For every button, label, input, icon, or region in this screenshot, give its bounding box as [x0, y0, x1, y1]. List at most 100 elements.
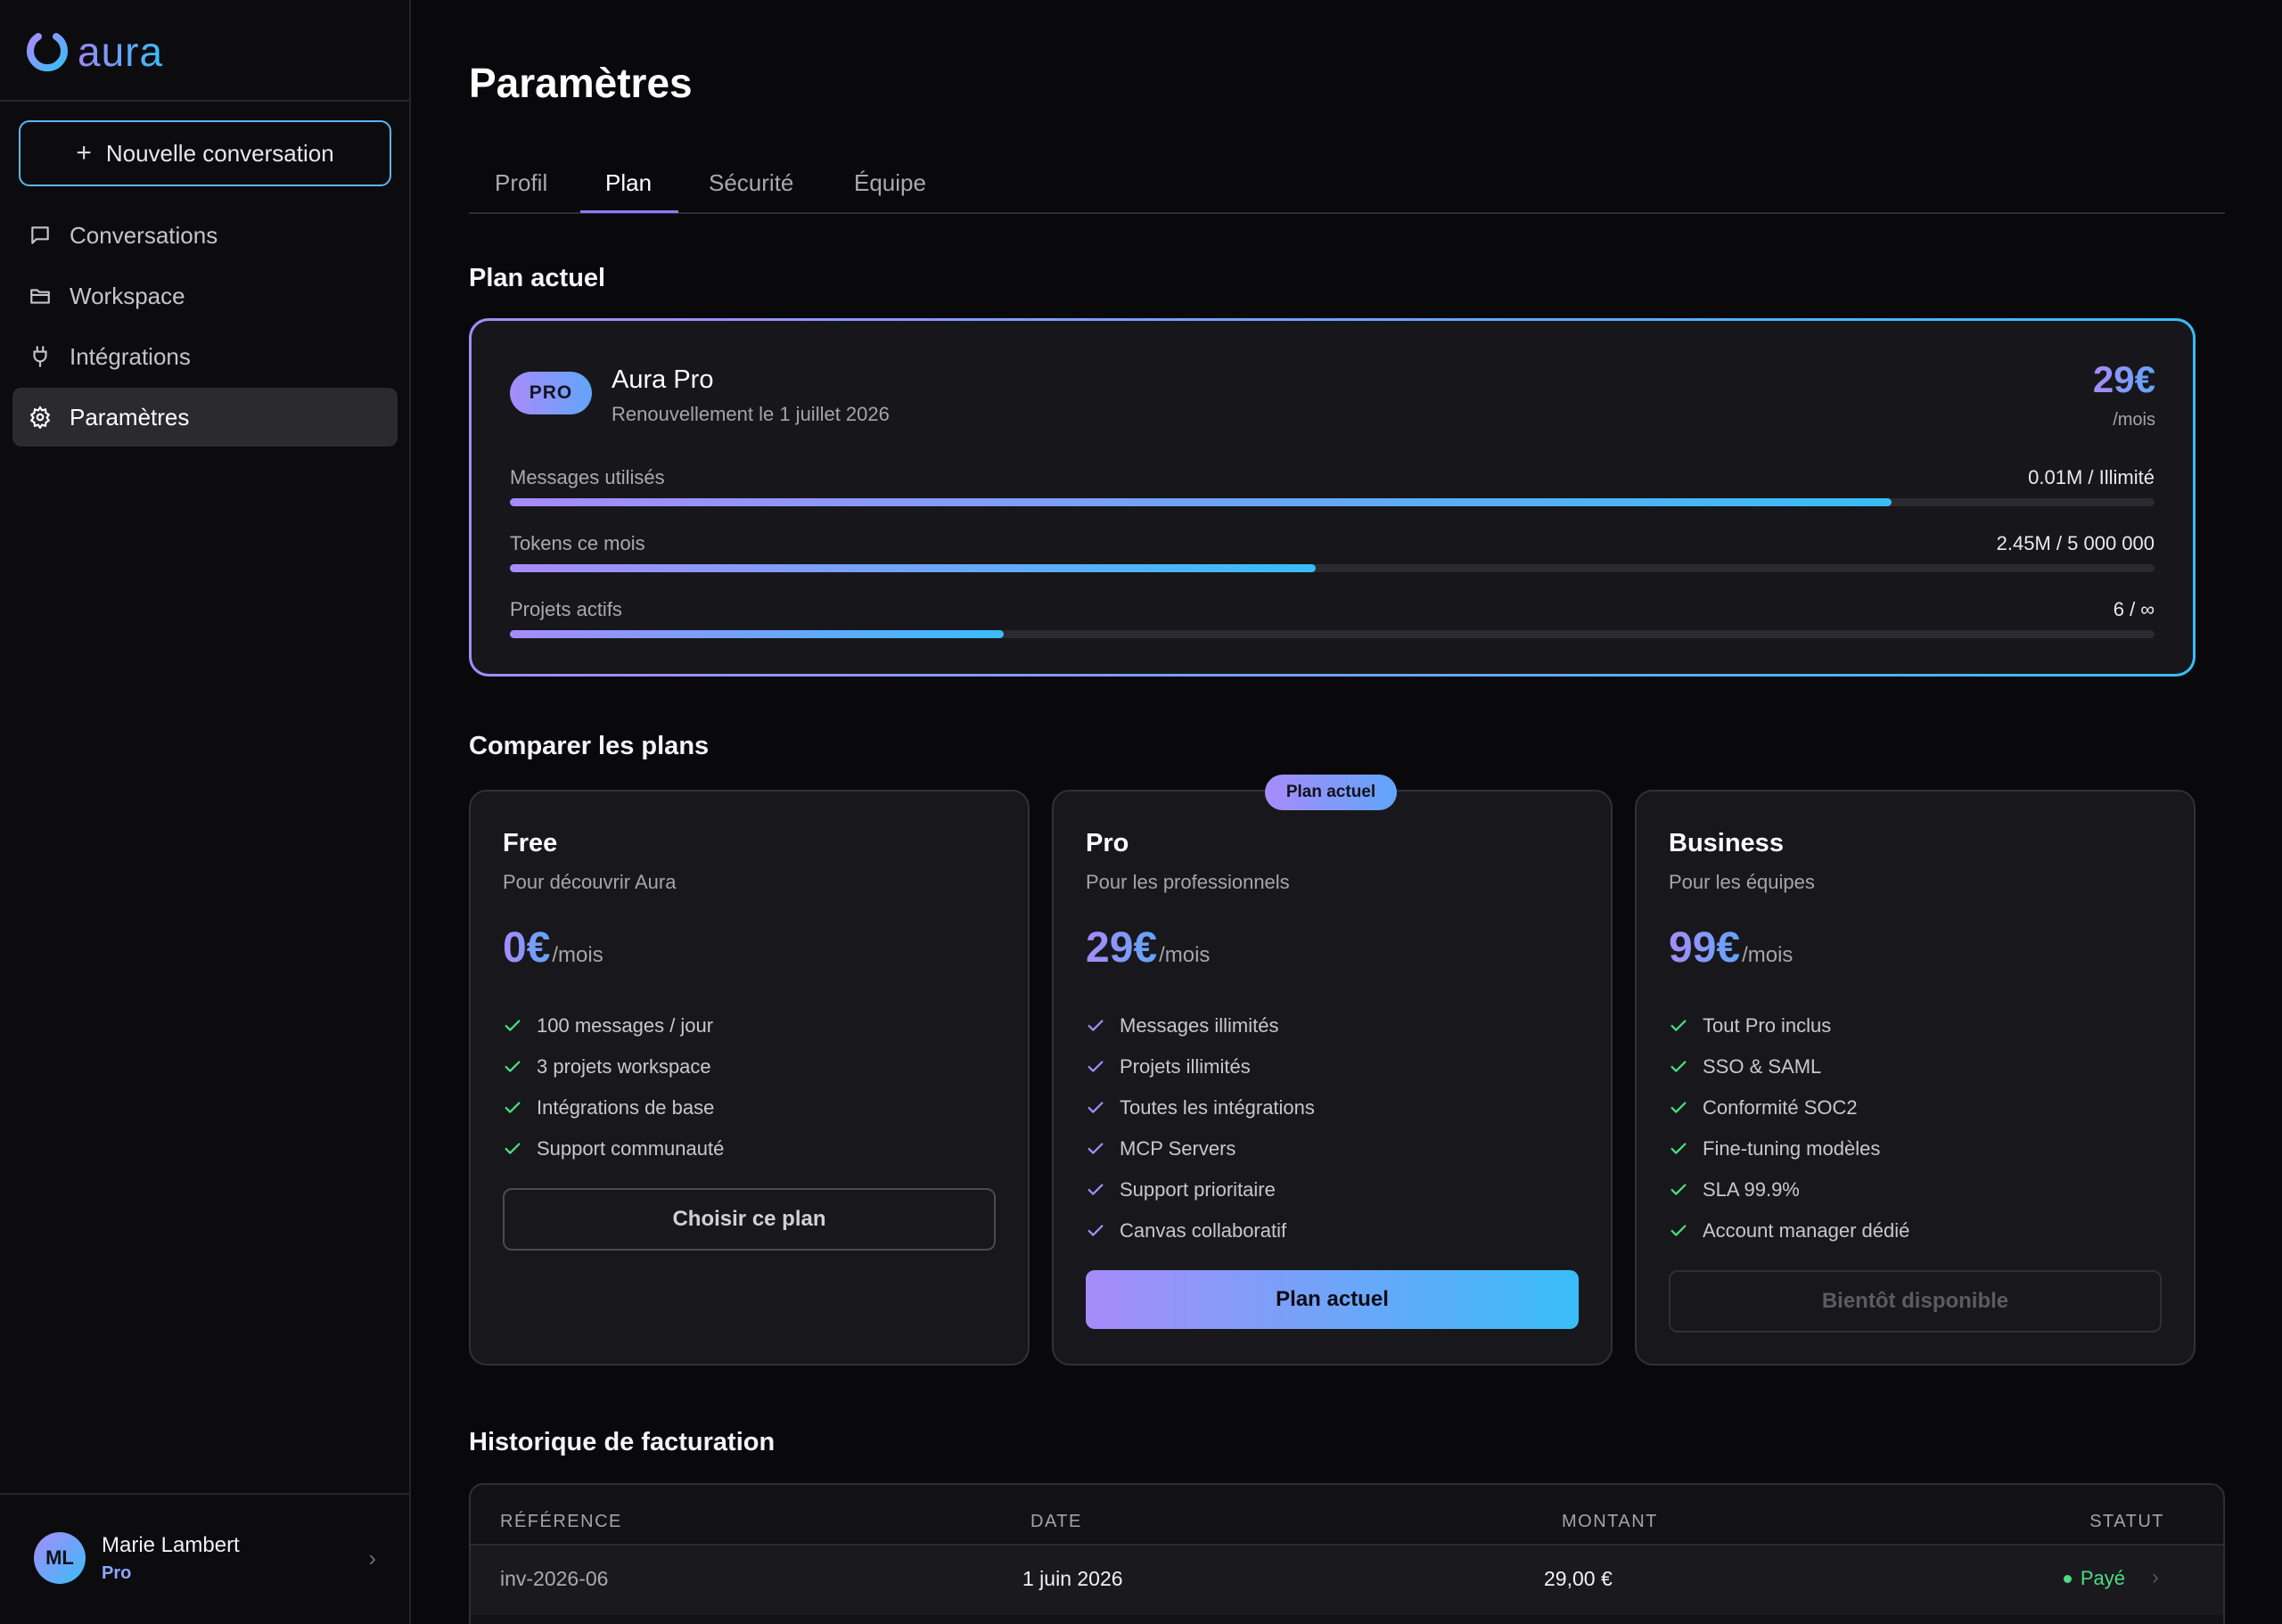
feature-item: 100 messages / jour: [503, 1005, 724, 1046]
plan-card-pro: Pro Pour les professionnels 29€ /mois Me…: [1052, 790, 1613, 1366]
sidebar-item-label: Conversations: [70, 221, 218, 249]
feature-label: Fine-tuning modèles: [1703, 1137, 1881, 1160]
check-icon: [1088, 1225, 1104, 1236]
feature-label: Support communauté: [537, 1137, 725, 1160]
check-icon: [505, 1102, 521, 1113]
invoice-date: 1 juin 2026: [1022, 1567, 1123, 1590]
sidebar-item-label: Paramètres: [70, 403, 190, 431]
feature-item: SLA 99.9%: [1669, 1169, 1909, 1210]
plan-amount: 0€: [503, 924, 551, 972]
plan-name: Free: [503, 829, 558, 857]
plan-description: Pour les équipes: [1669, 871, 1815, 893]
tab-profile[interactable]: Profil: [495, 169, 547, 197]
check-icon: [1670, 1143, 1687, 1154]
chat-bubble-icon: [31, 226, 49, 244]
feature-label: Canvas collaboratif: [1120, 1219, 1287, 1242]
usage-label: Tokens ce mois: [510, 532, 645, 554]
user-divider: [0, 1493, 409, 1495]
feature-item: Support communauté: [503, 1128, 724, 1169]
sidebar-item-workspace[interactable]: Workspace: [12, 267, 398, 325]
renewal-date: Renouvellement le 1 juillet 2026: [612, 403, 890, 425]
check-icon: [1088, 1020, 1104, 1031]
feature-item: Messages illimités: [1086, 1005, 1315, 1046]
page-title: Paramètres: [469, 60, 693, 106]
check-icon: [1088, 1143, 1104, 1154]
feature-list: 100 messages / jour 3 projets workspace In…: [503, 1005, 724, 1169]
chevron-right-icon: ›: [368, 1545, 376, 1571]
plan-price: 99€ /mois: [1669, 923, 1793, 972]
check-icon: [1670, 1061, 1687, 1072]
feature-label: 100 messages / jour: [537, 1014, 714, 1037]
usage-progress-track: [510, 498, 2155, 506]
plan-period: /mois: [1159, 943, 1211, 967]
feature-item: Account manager dédié: [1669, 1210, 1909, 1251]
brand-name: aura: [78, 29, 164, 75]
plan-card-business: Business Pour les équipes 99€ /mois Tout…: [1635, 790, 2196, 1366]
current-plan-button[interactable]: Plan actuel: [1086, 1270, 1579, 1329]
current-plan-period: /mois: [2113, 410, 2155, 430]
usage-progress-fill: [510, 630, 1004, 638]
plug-icon: [33, 346, 47, 367]
chevron-right-icon: ›: [2152, 1565, 2159, 1589]
user-name: Marie Lambert: [102, 1532, 240, 1557]
sidebar-item-label: Intégrations: [70, 342, 191, 370]
check-icon: [1670, 1102, 1687, 1113]
new-conversation-button[interactable]: + Nouvelle conversation: [19, 120, 391, 186]
usage-progress-fill: [510, 498, 1892, 506]
choose-plan-button[interactable]: Choisir ce plan: [503, 1188, 996, 1251]
tab-plan[interactable]: Plan: [605, 169, 652, 197]
check-icon: [505, 1143, 521, 1154]
plan-amount: 29€: [1086, 924, 1158, 972]
current-plan-tag: Plan actuel: [1265, 775, 1397, 810]
sidebar: aura + Nouvelle conversation Conversatio…: [0, 0, 411, 1624]
check-icon: [505, 1061, 521, 1072]
plan-name: Pro: [1086, 829, 1129, 857]
status-label: Payé: [2080, 1567, 2125, 1589]
check-icon: [505, 1020, 521, 1031]
coming-soon-button[interactable]: Bientôt disponible: [1669, 1270, 2162, 1333]
invoice-reference: inv-2026-06: [500, 1567, 609, 1590]
brand-logo[interactable]: aura: [24, 27, 163, 77]
usage-value: 0.01M / Illimité: [2028, 466, 2155, 488]
plan-period: /mois: [1742, 943, 1794, 967]
current-plan-name: Aura Pro: [612, 365, 714, 394]
tab-security[interactable]: Sécurité: [709, 169, 793, 197]
feature-label: 3 projets workspace: [537, 1055, 711, 1078]
sidebar-nav: Conversations Workspace Intégrations Par…: [12, 206, 398, 448]
plan-card-free: Free Pour découvrir Aura 0€ /mois 100 me…: [469, 790, 1030, 1366]
feature-label: SLA 99.9%: [1703, 1178, 1800, 1201]
usage-value: 6 / ∞: [2113, 598, 2155, 620]
table-row[interactable]: inv-2026-06 1 juin 2026 29,00 € Payé ›: [471, 1546, 2223, 1615]
sidebar-divider: [0, 100, 409, 102]
usage-label: Projets actifs: [510, 598, 622, 620]
settings-tabs: Profil Plan Sécurité Équipe: [469, 157, 2225, 214]
feature-item: Projets illimités: [1086, 1046, 1315, 1087]
plan-price: 29€ /mois: [1086, 923, 1210, 972]
plan-badge: PRO: [510, 372, 592, 414]
feature-label: MCP Servers: [1120, 1137, 1236, 1160]
sidebar-item-label: Workspace: [70, 282, 185, 309]
sidebar-item-conversations[interactable]: Conversations: [12, 206, 398, 265]
feature-label: Account manager dédié: [1703, 1219, 1910, 1242]
user-profile-button[interactable]: ML Marie Lambert Pro ›: [34, 1530, 376, 1586]
feature-label: Intégrations de base: [537, 1096, 715, 1119]
check-icon: [1088, 1061, 1104, 1072]
avatar: ML: [34, 1532, 86, 1584]
active-tab-indicator: [580, 210, 678, 213]
tab-team[interactable]: Équipe: [854, 169, 926, 197]
billing-history-heading: Historique de facturation: [469, 1428, 776, 1456]
sidebar-item-integrations[interactable]: Intégrations: [12, 327, 398, 386]
feature-label: Projets illimités: [1120, 1055, 1251, 1078]
column-header-status: STATUT: [2089, 1512, 2164, 1531]
sidebar-item-settings[interactable]: Paramètres: [12, 388, 398, 447]
aura-logo-icon: [27, 29, 68, 72]
invoice-amount: 29,00 €: [1544, 1567, 1613, 1590]
check-icon: [1670, 1184, 1687, 1195]
feature-label: Tout Pro inclus: [1703, 1014, 1832, 1037]
plan-name: Business: [1669, 829, 1784, 857]
usage-label: Messages utilisés: [510, 466, 665, 488]
feature-label: Conformité SOC2: [1703, 1096, 1858, 1119]
plan-amount: 99€: [1669, 924, 1741, 972]
column-header-reference: RÉFÉRENCE: [500, 1512, 622, 1531]
main-content: Paramètres Profil Plan Sécurité Équipe P…: [469, 0, 2225, 1624]
